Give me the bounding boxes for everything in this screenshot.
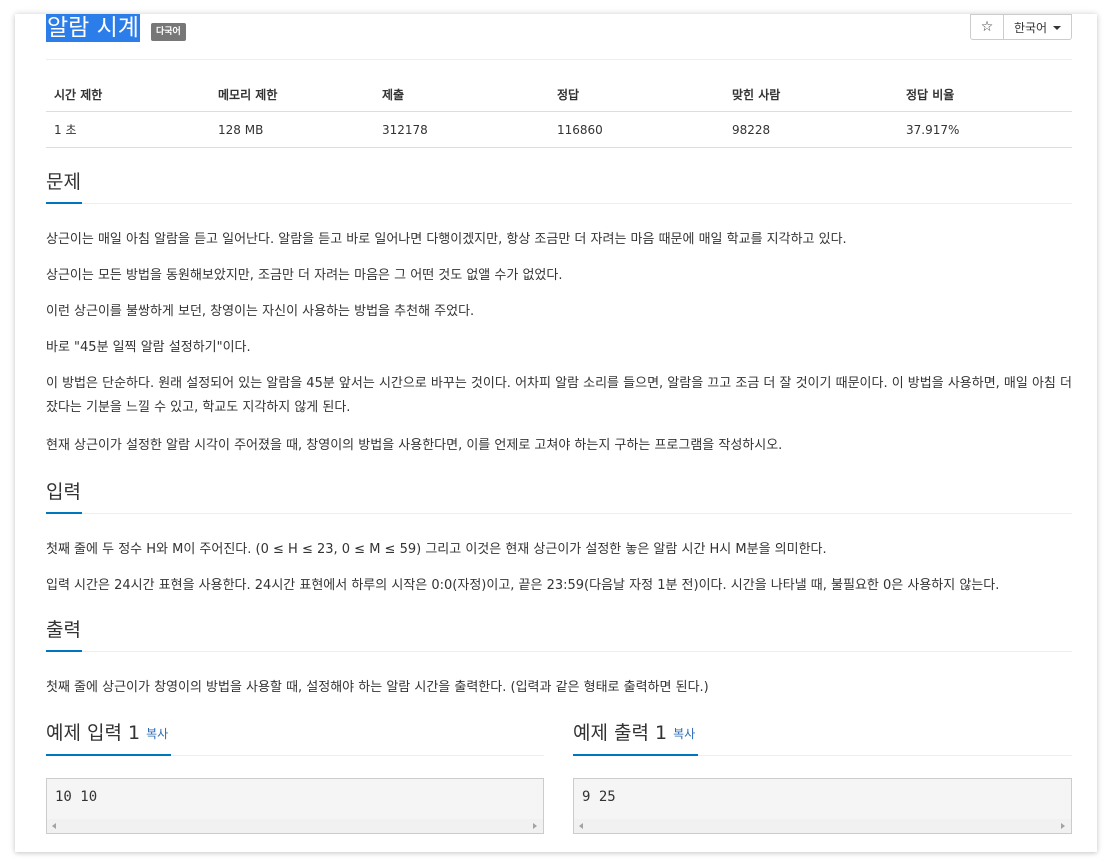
horizontal-scrollbar[interactable] bbox=[574, 819, 1071, 833]
horizontal-scrollbar[interactable] bbox=[47, 819, 543, 833]
problem-paragraph: 현재 상근이가 설정한 알람 시각이 주어졌을 때, 창영이의 방법을 사용한다… bbox=[46, 438, 783, 453]
section-underline bbox=[46, 202, 82, 204]
sample-input-box[interactable]: 10 10 bbox=[46, 778, 544, 834]
scroll-left-icon[interactable] bbox=[579, 823, 583, 829]
table-header-cell: 정답 bbox=[549, 78, 724, 112]
star-icon: ☆ bbox=[980, 19, 994, 35]
table-cell: 37.917% bbox=[898, 111, 1072, 148]
sample-input-label: 예제 입력 1 bbox=[46, 722, 141, 744]
output-section-title: 출력 bbox=[46, 619, 81, 641]
header-divider bbox=[46, 59, 1072, 60]
problem-panel: 알람 시계 다국어 ☆ 한국어 시간 제한 메모리 제한 제출 정답 맞힌 사람 bbox=[15, 14, 1097, 852]
section-underline bbox=[46, 512, 82, 514]
favorite-button[interactable]: ☆ bbox=[970, 14, 1004, 40]
table-cell: 312178 bbox=[374, 111, 549, 148]
sample-input-content: 10 10 bbox=[55, 789, 98, 805]
section-underline bbox=[46, 650, 82, 652]
sample-output-box[interactable]: 9 25 bbox=[573, 778, 1072, 834]
table-header-cell: 시간 제한 bbox=[46, 78, 210, 112]
section-divider bbox=[46, 651, 1072, 652]
language-dropdown[interactable]: 한국어 bbox=[1004, 14, 1072, 40]
problem-section-title: 문제 bbox=[46, 171, 81, 193]
scroll-right-icon[interactable] bbox=[533, 823, 537, 829]
multilingual-badge: 다국어 bbox=[151, 23, 186, 41]
scroll-right-icon[interactable] bbox=[1061, 823, 1065, 829]
problem-paragraph: 바로 "45분 일찍 알람 설정하기"이다. bbox=[46, 340, 251, 355]
copy-sample-output-button[interactable]: 복사 bbox=[673, 727, 695, 741]
table-cell: 116860 bbox=[549, 111, 724, 148]
output-paragraph: 첫째 줄에 상근이가 창영이의 방법을 사용할 때, 설정해야 하는 알람 시간… bbox=[46, 680, 709, 695]
table-cell: 98228 bbox=[724, 111, 898, 148]
table-cell: 1 초 bbox=[46, 111, 210, 148]
input-paragraph: 첫째 줄에 두 정수 H와 M이 주어진다. (0 ≤ H ≤ 23, 0 ≤ … bbox=[46, 542, 827, 557]
table-cell: 128 MB bbox=[210, 111, 374, 148]
page-title: 알람 시계 bbox=[46, 14, 140, 42]
section-underline bbox=[46, 754, 171, 756]
language-label: 한국어 bbox=[1013, 20, 1048, 35]
problem-paragraph: 이 방법은 단순하다. 원래 설정되어 있는 알람을 45분 앞서는 시간으로 … bbox=[46, 376, 1072, 415]
section-divider bbox=[46, 513, 1072, 514]
sample-output-label: 예제 출력 1 bbox=[573, 722, 668, 744]
sample-input-title: 예제 입력 1 복사 bbox=[46, 721, 168, 746]
table-row: 1 초 128 MB 312178 116860 98228 37.917% bbox=[46, 111, 1072, 148]
sample-output-content: 9 25 bbox=[582, 789, 616, 805]
table-header-cell: 정답 비율 bbox=[898, 78, 1072, 112]
scroll-left-icon[interactable] bbox=[52, 823, 56, 829]
table-header-cell: 메모리 제한 bbox=[210, 78, 374, 112]
problem-info-table: 시간 제한 메모리 제한 제출 정답 맞힌 사람 정답 비율 1 초 128 M… bbox=[46, 78, 1072, 148]
sample-output-title: 예제 출력 1 복사 bbox=[573, 721, 695, 746]
copy-sample-input-button[interactable]: 복사 bbox=[146, 727, 168, 741]
problem-paragraph: 상근이는 모든 방법을 동원해보았지만, 조금만 더 자려는 마음은 그 어떤 … bbox=[46, 268, 563, 283]
header-button-group: ☆ 한국어 bbox=[970, 14, 1072, 41]
section-underline bbox=[573, 754, 698, 756]
table-header-row: 시간 제한 메모리 제한 제출 정답 맞힌 사람 정답 비율 bbox=[46, 78, 1072, 112]
input-section-title: 입력 bbox=[46, 481, 81, 503]
caret-down-icon bbox=[1053, 25, 1062, 30]
problem-paragraph: 이런 상근이를 불쌍하게 보던, 창영이는 자신이 사용하는 방법을 추천해 주… bbox=[46, 304, 475, 319]
input-paragraph: 입력 시간은 24시간 표현을 사용한다. 24시간 표현에서 하루의 시작은 … bbox=[46, 578, 1000, 593]
section-divider bbox=[46, 203, 1072, 204]
table-header-cell: 맞힌 사람 bbox=[724, 78, 898, 112]
table-header-cell: 제출 bbox=[374, 78, 549, 112]
problem-paragraph: 상근이는 매일 아침 알람을 듣고 일어난다. 알람을 듣고 바로 일어나면 다… bbox=[46, 232, 847, 247]
